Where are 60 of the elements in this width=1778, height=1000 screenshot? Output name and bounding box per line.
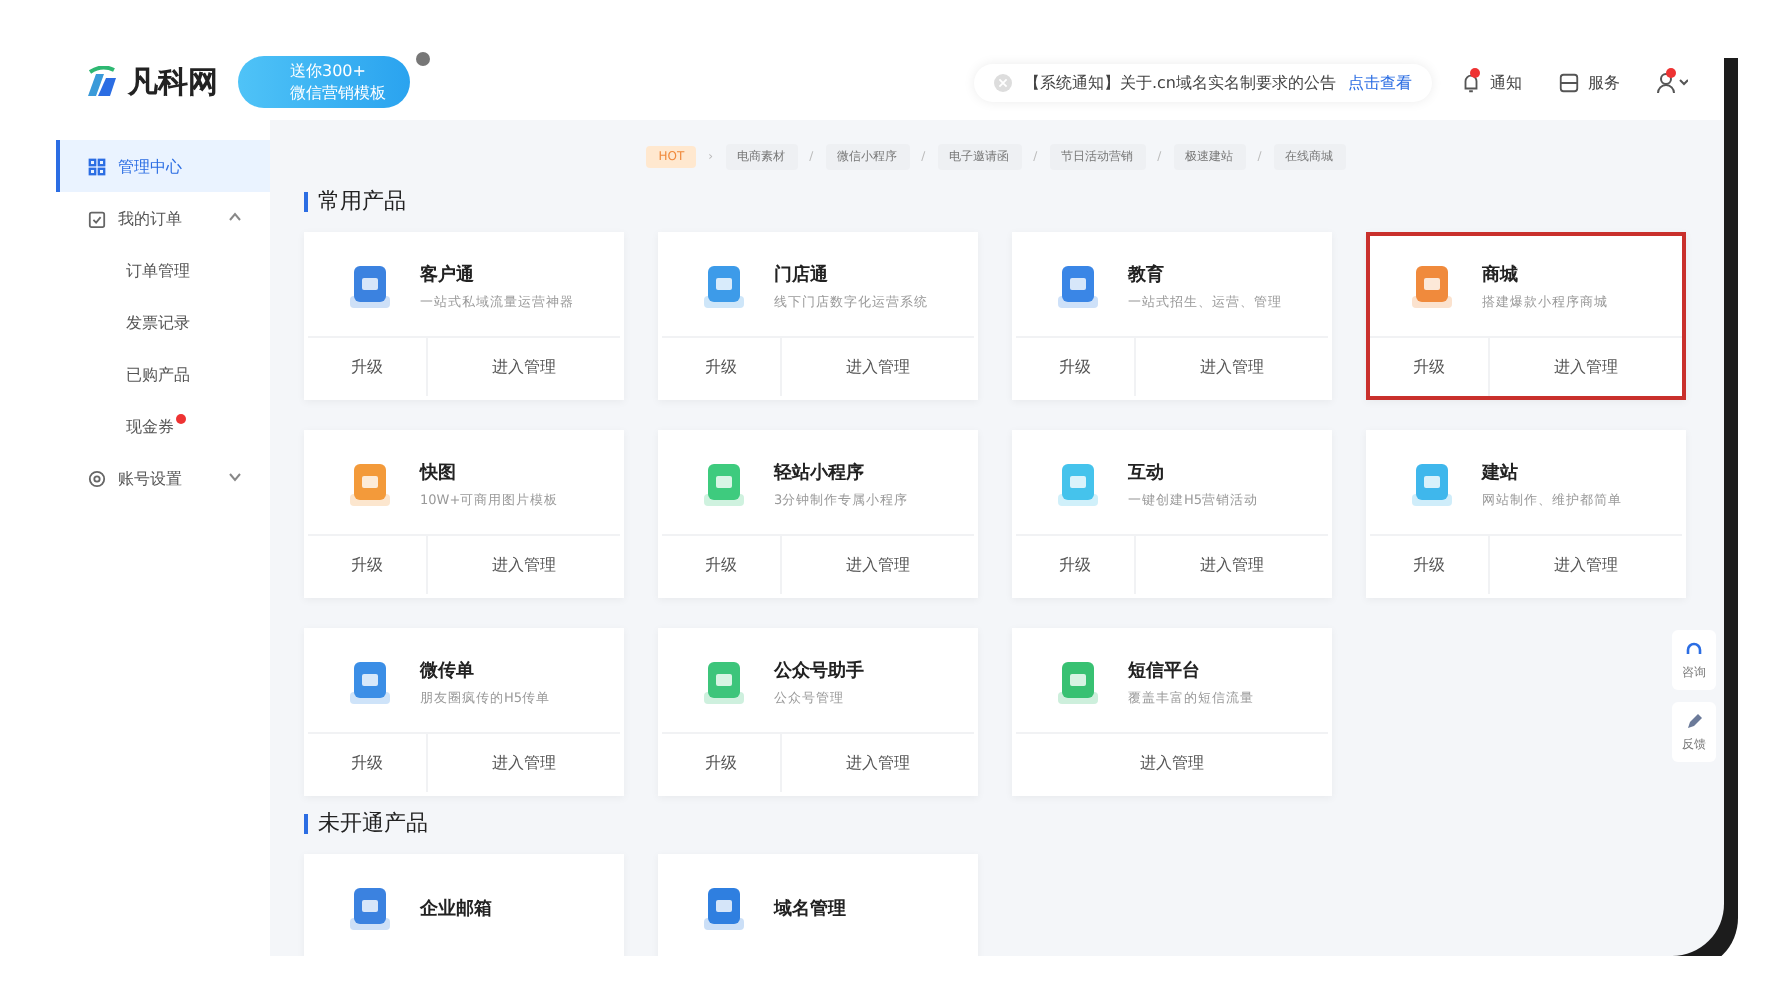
upgrade-button[interactable]: 升级	[308, 734, 428, 792]
clipboard-icon	[88, 209, 106, 227]
manage-button[interactable]: 进入管理	[1016, 734, 1328, 792]
user-icon	[1656, 71, 1688, 93]
logo-icon	[84, 66, 120, 98]
manage-button[interactable]: 进入管理	[428, 536, 620, 594]
upgrade-button[interactable]: 升级	[662, 536, 782, 594]
gear-icon	[88, 469, 106, 487]
notice-link[interactable]: 点击查看	[1348, 71, 1412, 93]
sidebar-subitem[interactable]: 订单管理	[56, 244, 270, 296]
manage-button[interactable]: 进入管理	[428, 338, 620, 396]
upgrade-button[interactable]: 升级	[662, 734, 782, 792]
upgrade-button[interactable]: 升级	[1370, 338, 1490, 396]
upgrade-button[interactable]: 升级	[308, 536, 428, 594]
chevron-icon	[228, 472, 242, 482]
product-name: 短信平台	[1128, 658, 1202, 683]
sidebar-subitem[interactable]: 已购产品	[56, 348, 270, 400]
sidebar-item[interactable]: 管理中心	[56, 140, 270, 192]
product-name: 企业邮箱	[420, 896, 492, 921]
logo-text: 凡科网	[128, 63, 218, 101]
product-name: 商城	[1482, 262, 1520, 287]
pen-icon	[1684, 711, 1704, 731]
product-name: 快图	[420, 460, 458, 485]
product-name: 轻站小程序	[774, 460, 866, 485]
upgrade-button[interactable]: 升级	[662, 338, 782, 396]
notice-text: 【系统通知】关于.cn域名实名制要求的公告	[1023, 71, 1336, 93]
section-title: 常用产品	[318, 186, 406, 216]
sidebar-item[interactable]: 我的订单	[56, 192, 270, 244]
upgrade-button[interactable]: 升级	[1016, 536, 1136, 594]
product-name: 教育	[1128, 262, 1166, 287]
service-button[interactable]: 服务	[1550, 71, 1628, 93]
manage-button[interactable]: 进入管理	[428, 734, 620, 792]
upgrade-button[interactable]: 升级	[308, 338, 428, 396]
section-title: 未开通产品	[318, 808, 428, 838]
product-name: 门店通	[774, 262, 830, 287]
manage-button[interactable]: 进入管理	[782, 536, 974, 594]
manage-button[interactable]: 进入管理	[1136, 536, 1328, 594]
product-name: 客户通	[420, 262, 476, 287]
chevron-icon	[228, 212, 242, 222]
promo-text: 送你300+	[290, 60, 368, 82]
product-name: 公众号助手	[774, 658, 864, 683]
manage-button[interactable]: 进入管理	[782, 734, 974, 792]
manage-button[interactable]: 进入管理	[782, 338, 974, 396]
product-name: 域名管理	[774, 897, 846, 921]
manage-button[interactable]: 进入管理	[1490, 338, 1682, 396]
upgrade-button[interactable]: 升级	[1370, 536, 1490, 594]
promo-title: 微信营销模板	[290, 82, 386, 104]
sidebar-subitem[interactable]: 发票记录	[56, 296, 270, 348]
upgrade-button[interactable]: 升级	[1016, 338, 1136, 396]
grid-icon	[88, 157, 106, 175]
product-name: 互动	[1128, 461, 1166, 485]
bell-icon	[1460, 71, 1482, 93]
service-icon	[1558, 71, 1580, 93]
product-name: 建站	[1482, 460, 1520, 485]
manage-button[interactable]: 进入管理	[1136, 338, 1328, 396]
sidebar-item[interactable]: 账号设置	[56, 452, 270, 504]
product-name: 微传单	[420, 659, 476, 683]
manage-button[interactable]: 进入管理	[1490, 536, 1682, 594]
sidebar-subitem[interactable]: 现金券	[56, 400, 270, 452]
bell-button[interactable]: 通知	[1452, 71, 1530, 93]
